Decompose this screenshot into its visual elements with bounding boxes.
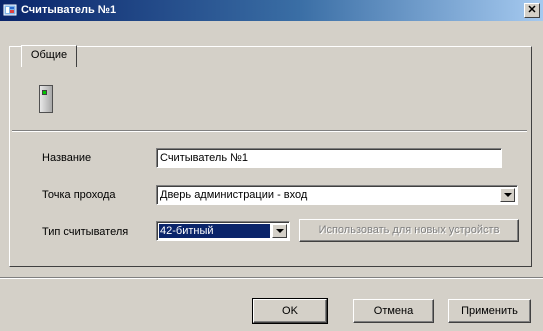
close-button[interactable]: ✕ — [524, 3, 540, 18]
name-field[interactable]: Считыватель №1 — [156, 148, 502, 168]
window-title: Считыватель №1 — [21, 4, 117, 16]
use-for-new-devices-button[interactable]: Использовать для новых устройств — [299, 219, 519, 242]
ok-button[interactable]: OK — [252, 298, 328, 324]
reader-type-select[interactable]: 42-битный — [156, 221, 290, 241]
tab-general-label: Общие — [30, 49, 68, 61]
passage-point-select[interactable]: Дверь администрации - вход — [156, 185, 518, 205]
chevron-down-icon — [276, 229, 284, 233]
chevron-down-icon — [504, 193, 512, 197]
passage-point-label: Точка прохода — [42, 189, 116, 201]
cancel-button[interactable]: Отмена — [353, 299, 434, 323]
card-reader-icon — [39, 85, 53, 113]
apply-button[interactable]: Применить — [448, 299, 531, 323]
reader-app-icon — [3, 4, 17, 16]
passage-point-value: Дверь администрации - вход — [160, 189, 308, 201]
tab-general[interactable]: Общие — [21, 45, 77, 68]
title-bar[interactable]: Считыватель №1 ✕ — [0, 0, 543, 21]
reader-type-value: 42-битный — [159, 224, 270, 238]
footer-divider — [0, 277, 543, 279]
name-label: Название — [42, 152, 92, 164]
reader-led — [42, 90, 47, 95]
section-divider — [12, 130, 527, 132]
reader-type-dropdown-button[interactable] — [272, 224, 287, 238]
passage-point-dropdown-button[interactable] — [500, 188, 515, 202]
close-icon: ✕ — [527, 4, 537, 16]
reader-type-label: Тип считывателя — [42, 226, 129, 238]
